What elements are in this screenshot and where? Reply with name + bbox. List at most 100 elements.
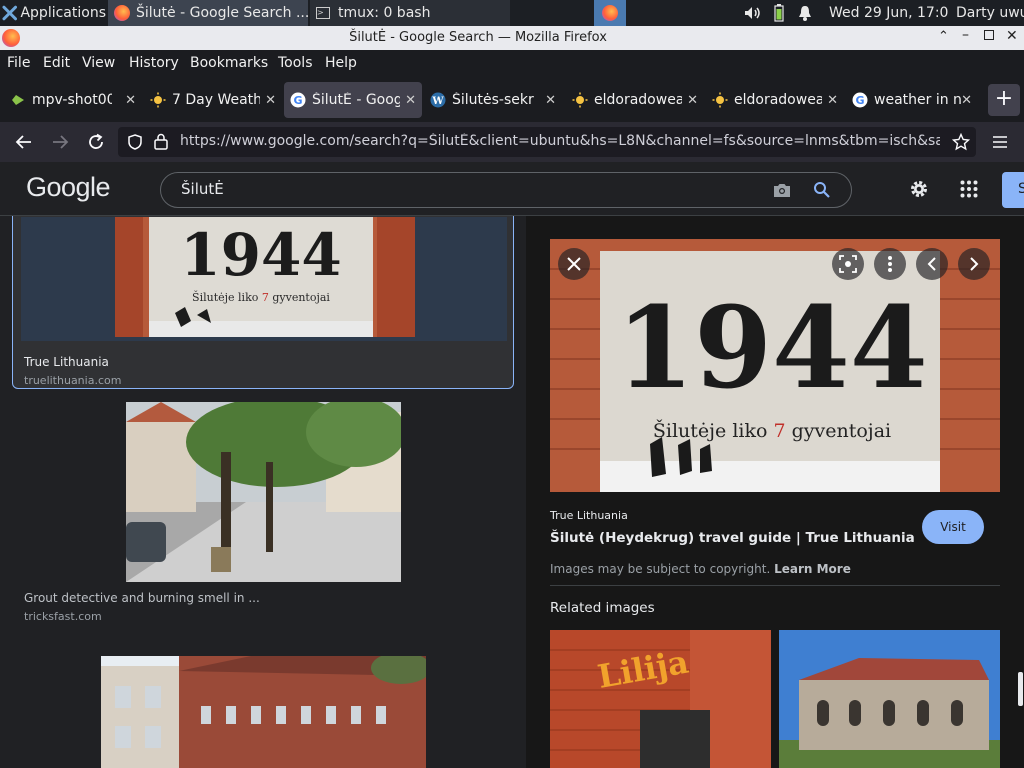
tab-close-icon[interactable]: ✕	[687, 93, 698, 108]
result-title[interactable]: Grout detective and burning smell in ...	[24, 591, 260, 605]
result-thumbnail-street[interactable]	[126, 402, 401, 582]
sign-caption: Šilutėje liko 7 gyventojai	[192, 290, 330, 304]
volume-icon[interactable]	[744, 0, 764, 26]
taskbar-window-firefox[interactable]: Šilutė - Google Search ...	[108, 0, 308, 26]
user-name[interactable]: Darty uwu	[956, 0, 1024, 26]
camera-search-icon[interactable]	[773, 182, 791, 198]
copyright-text: Images may be subject to copyright.	[550, 562, 771, 576]
hamburger-menu-icon[interactable]	[992, 135, 1008, 149]
minimize-window-icon[interactable]: –	[962, 27, 969, 43]
result-thumbnail-building[interactable]	[101, 656, 426, 768]
google-icon: G	[852, 92, 868, 108]
menu-tools[interactable]: Tools	[278, 55, 313, 71]
tab-strip: mpv-shot000 ✕ 7 Day Weath ✕ G ŠilutĖ - G…	[0, 78, 1024, 122]
tab-close-icon[interactable]: ✕	[125, 93, 136, 108]
learn-more-link[interactable]: Learn More	[774, 562, 851, 576]
next-image-icon[interactable]	[958, 248, 990, 280]
svg-text:G: G	[855, 94, 864, 107]
clock[interactable]: Wed 29 Jun, 17:06	[829, 0, 949, 26]
lock-icon[interactable]	[154, 133, 168, 150]
sign-caption-part: Šilutėje liko	[653, 419, 774, 442]
tab-close-icon[interactable]: ✕	[545, 93, 556, 108]
menu-edit[interactable]: Edit	[43, 55, 70, 71]
back-arrow-icon[interactable]	[15, 134, 33, 150]
applications-label: Applications	[20, 5, 106, 21]
search-icon[interactable]	[813, 181, 831, 199]
sign-caption-part: gyventojai	[786, 420, 892, 442]
menu-view[interactable]: View	[82, 55, 115, 71]
tab-label: Šilutės-sekr	[452, 92, 534, 108]
related-image-old-synagogue[interactable]	[779, 630, 1000, 768]
tab-label: mpv-shot000	[32, 92, 112, 108]
sign-year: 1944	[180, 221, 341, 289]
result-thumbnail-1944-sign[interactable]: 1944 Šilutėje liko 7 gyventojai	[115, 217, 415, 337]
visit-button[interactable]: Visit	[922, 510, 984, 544]
sign-year: 1944	[616, 283, 928, 414]
result-source[interactable]: tricksfast.com	[24, 610, 102, 623]
url-text[interactable]: https://www.google.com/search?q=ŠilutĖ&c…	[180, 133, 940, 149]
close-window-icon[interactable]: ✕	[1006, 28, 1018, 44]
menu-history[interactable]: History	[129, 55, 179, 71]
bookmark-star-icon[interactable]	[952, 133, 970, 151]
new-tab-plus-icon[interactable]: +	[988, 84, 1020, 116]
more-options-icon[interactable]	[874, 248, 906, 280]
result-card-selected[interactable]: 1944 Šilutėje liko 7 gyventojai True Lit…	[12, 216, 514, 389]
tab-eldoradoweather-2[interactable]: eldoradowea ✕	[706, 82, 844, 118]
applications-menu[interactable]: Applications	[2, 0, 106, 26]
result-source[interactable]: truelithuania.com	[24, 374, 121, 387]
search-input[interactable]	[181, 180, 761, 198]
google-header: Google S	[0, 162, 1024, 216]
tab-label: weather in n	[874, 92, 962, 108]
menu-bookmarks[interactable]: Bookmarks	[190, 55, 268, 71]
apps-grid-icon[interactable]	[960, 180, 978, 198]
result-title[interactable]: True Lithuania	[24, 355, 109, 369]
mpv-icon	[10, 92, 26, 108]
tab-weather-google[interactable]: G weather in n ✕	[846, 82, 978, 118]
tab-silutes-sekretorius[interactable]: W Šilutės-sekr ✕	[424, 82, 562, 118]
nav-toolbar: https://www.google.com/search?q=ŠilutĖ&c…	[0, 122, 1024, 162]
settings-gear-icon[interactable]	[908, 178, 930, 200]
tab-close-icon[interactable]: ✕	[827, 93, 838, 108]
tab-eldoradoweather-1[interactable]: eldoradowea ✕	[566, 82, 704, 118]
window-titlebar: ŠilutĖ - Google Search — Mozilla Firefox…	[0, 26, 1024, 50]
taskbar-window-terminal[interactable]: > tmux: 0 bash	[310, 0, 510, 26]
related-image-hotel-lilija[interactable]: Lilija	[550, 630, 771, 768]
tab-label: 7 Day Weath	[172, 92, 260, 108]
sign-caption-number: 7	[262, 291, 269, 304]
tab-silute-google[interactable]: G ŠilutĖ - Goog ✕	[284, 82, 422, 118]
maximize-window-icon[interactable]	[984, 30, 994, 40]
shield-icon[interactable]	[128, 134, 142, 150]
reload-icon[interactable]	[87, 133, 105, 151]
menu-file[interactable]: File	[7, 55, 30, 71]
google-logo[interactable]: Google	[26, 172, 111, 203]
sign-caption-part: Šilutėje liko	[192, 290, 262, 304]
menu-help[interactable]: Help	[325, 55, 357, 71]
previous-image-icon[interactable]	[916, 248, 948, 280]
tab-close-icon[interactable]: ✕	[405, 93, 416, 108]
taskbar-window-label: tmux: 0 bash	[338, 5, 431, 21]
taskbar-firefox-launcher[interactable]	[594, 0, 626, 26]
window-title: ŠilutĖ - Google Search — Mozilla Firefox	[349, 30, 607, 45]
tab-close-icon[interactable]: ✕	[265, 93, 276, 108]
notification-bell-icon[interactable]	[798, 0, 814, 26]
menubar: File Edit View History Bookmarks Tools H…	[0, 50, 1024, 78]
shade-window-icon[interactable]: ⌃	[938, 29, 949, 44]
tab-mpv-shot[interactable]: mpv-shot000 ✕	[4, 82, 142, 118]
preview-source[interactable]: True Lithuania	[550, 509, 628, 522]
weather-sun-icon	[150, 92, 166, 108]
tab-7-day-weather[interactable]: 7 Day Weath ✕	[144, 82, 282, 118]
xfce-logo-icon	[2, 5, 17, 21]
forward-arrow-icon[interactable]	[51, 134, 69, 150]
search-box[interactable]	[160, 172, 852, 208]
taskbar: Applications Šilutė - Google Search ... …	[0, 0, 1024, 26]
url-bar[interactable]: https://www.google.com/search?q=ŠilutĖ&c…	[118, 127, 976, 157]
lens-search-icon[interactable]	[832, 248, 864, 280]
image-preview-panel: 1944 Šilutėje liko 7 gyventojai True Lit…	[526, 216, 1024, 768]
close-preview-icon[interactable]	[558, 248, 590, 280]
sign-in-button[interactable]: S	[1002, 172, 1024, 208]
battery-icon[interactable]	[774, 0, 788, 26]
result-thumbnail-frame[interactable]: 1944 Šilutėje liko 7 gyventojai	[21, 217, 507, 341]
preview-title[interactable]: Šilutė (Heydekrug) travel guide | True L…	[550, 530, 915, 546]
panel-scrollbar-thumb[interactable]	[1018, 672, 1023, 706]
tab-close-icon[interactable]: ✕	[961, 93, 972, 108]
